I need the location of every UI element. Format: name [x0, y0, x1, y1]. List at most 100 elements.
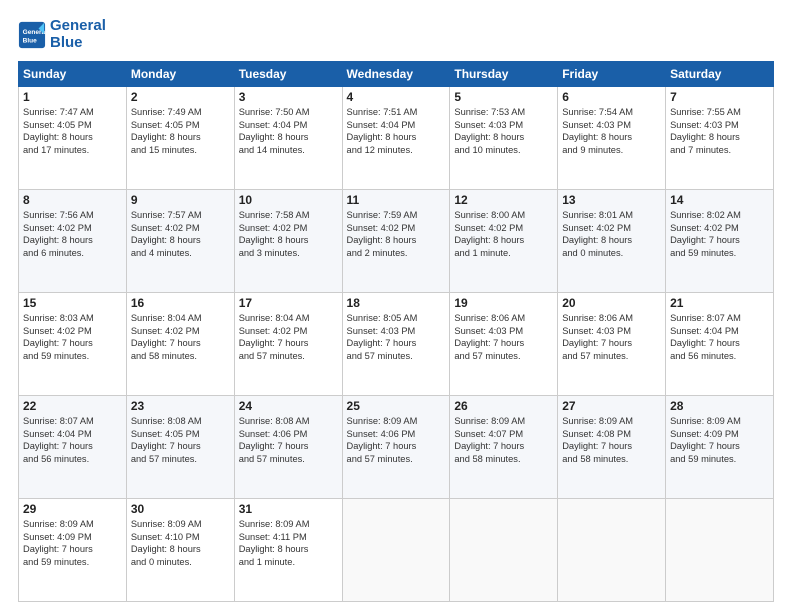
day-info: Sunrise: 8:03 AM Sunset: 4:02 PM Dayligh… [23, 312, 122, 362]
day-cell: 9 Sunrise: 7:57 AM Sunset: 4:02 PM Daylig… [126, 190, 234, 293]
day-number: 13 [562, 193, 661, 207]
day-number: 27 [562, 399, 661, 413]
day-cell: 26 Sunrise: 8:09 AM Sunset: 4:07 PM Dayli… [450, 396, 558, 499]
day-number: 1 [23, 90, 122, 104]
day-number: 20 [562, 296, 661, 310]
day-cell: 5 Sunrise: 7:53 AM Sunset: 4:03 PM Daylig… [450, 87, 558, 190]
day-info: Sunrise: 8:09 AM Sunset: 4:10 PM Dayligh… [131, 518, 230, 568]
col-header-thursday: Thursday [450, 62, 558, 87]
day-cell: 2 Sunrise: 7:49 AM Sunset: 4:05 PM Daylig… [126, 87, 234, 190]
day-cell [342, 499, 450, 602]
day-number: 30 [131, 502, 230, 516]
day-cell: 8 Sunrise: 7:56 AM Sunset: 4:02 PM Daylig… [19, 190, 127, 293]
day-number: 15 [23, 296, 122, 310]
day-info: Sunrise: 8:07 AM Sunset: 4:04 PM Dayligh… [670, 312, 769, 362]
day-cell: 20 Sunrise: 8:06 AM Sunset: 4:03 PM Dayli… [558, 293, 666, 396]
calendar-header-row: SundayMondayTuesdayWednesdayThursdayFrid… [19, 62, 774, 87]
day-number: 31 [239, 502, 338, 516]
day-cell: 10 Sunrise: 7:58 AM Sunset: 4:02 PM Dayli… [234, 190, 342, 293]
day-number: 22 [23, 399, 122, 413]
col-header-monday: Monday [126, 62, 234, 87]
day-cell: 11 Sunrise: 7:59 AM Sunset: 4:02 PM Dayli… [342, 190, 450, 293]
calendar-table: SundayMondayTuesdayWednesdayThursdayFrid… [18, 61, 774, 602]
day-cell: 7 Sunrise: 7:55 AM Sunset: 4:03 PM Daylig… [666, 87, 774, 190]
day-info: Sunrise: 8:06 AM Sunset: 4:03 PM Dayligh… [562, 312, 661, 362]
day-number: 18 [347, 296, 446, 310]
day-cell: 14 Sunrise: 8:02 AM Sunset: 4:02 PM Dayli… [666, 190, 774, 293]
week-row-1: 1Sunrise: 7:47 AM Sunset: 4:05 PM Daylig… [19, 87, 774, 190]
day-number: 25 [347, 399, 446, 413]
week-row-2: 8 Sunrise: 7:56 AM Sunset: 4:02 PM Daylig… [19, 190, 774, 293]
col-header-sunday: Sunday [19, 62, 127, 87]
day-number: 4 [347, 90, 446, 104]
day-info: Sunrise: 8:04 AM Sunset: 4:02 PM Dayligh… [239, 312, 338, 362]
logo-text: General [50, 18, 106, 35]
day-info: Sunrise: 7:59 AM Sunset: 4:02 PM Dayligh… [347, 209, 446, 259]
day-cell: 27 Sunrise: 8:09 AM Sunset: 4:08 PM Dayli… [558, 396, 666, 499]
day-cell: 23Sunrise: 8:08 AM Sunset: 4:05 PM Dayli… [126, 396, 234, 499]
day-cell: 19 Sunrise: 8:06 AM Sunset: 4:03 PM Dayli… [450, 293, 558, 396]
calendar-page: General Blue General Blue SundayMondayTu… [0, 0, 792, 612]
week-row-3: 15 Sunrise: 8:03 AM Sunset: 4:02 PM Dayli… [19, 293, 774, 396]
logo-icon: General Blue [18, 21, 46, 49]
day-cell: 1Sunrise: 7:47 AM Sunset: 4:05 PM Daylig… [19, 87, 127, 190]
day-cell: 25 Sunrise: 8:09 AM Sunset: 4:06 PM Dayli… [342, 396, 450, 499]
day-number: 8 [23, 193, 122, 207]
col-header-saturday: Saturday [666, 62, 774, 87]
day-info: Sunrise: 8:08 AM Sunset: 4:06 PM Dayligh… [239, 415, 338, 465]
day-info: Sunrise: 7:53 AM Sunset: 4:03 PM Dayligh… [454, 106, 553, 156]
day-info: Sunrise: 8:09 AM Sunset: 4:09 PM Dayligh… [23, 518, 122, 568]
day-info: Sunrise: 8:06 AM Sunset: 4:03 PM Dayligh… [454, 312, 553, 362]
day-cell: 6 Sunrise: 7:54 AM Sunset: 4:03 PM Daylig… [558, 87, 666, 190]
day-info: Sunrise: 7:57 AM Sunset: 4:02 PM Dayligh… [131, 209, 230, 259]
day-number: 26 [454, 399, 553, 413]
day-info: Sunrise: 8:09 AM Sunset: 4:09 PM Dayligh… [670, 415, 769, 465]
day-number: 19 [454, 296, 553, 310]
col-header-wednesday: Wednesday [342, 62, 450, 87]
logo-text2: Blue [50, 35, 106, 52]
day-number: 7 [670, 90, 769, 104]
day-info: Sunrise: 8:09 AM Sunset: 4:08 PM Dayligh… [562, 415, 661, 465]
day-number: 11 [347, 193, 446, 207]
day-number: 3 [239, 90, 338, 104]
day-info: Sunrise: 7:51 AM Sunset: 4:04 PM Dayligh… [347, 106, 446, 156]
day-number: 5 [454, 90, 553, 104]
day-cell: 13 Sunrise: 8:01 AM Sunset: 4:02 PM Dayli… [558, 190, 666, 293]
logo: General Blue General Blue [18, 18, 106, 51]
day-number: 14 [670, 193, 769, 207]
col-header-friday: Friday [558, 62, 666, 87]
day-number: 24 [239, 399, 338, 413]
day-cell: 15 Sunrise: 8:03 AM Sunset: 4:02 PM Dayli… [19, 293, 127, 396]
day-number: 9 [131, 193, 230, 207]
day-number: 10 [239, 193, 338, 207]
svg-text:Blue: Blue [23, 37, 37, 44]
day-cell: 4 Sunrise: 7:51 AM Sunset: 4:04 PM Daylig… [342, 87, 450, 190]
day-info: Sunrise: 7:54 AM Sunset: 4:03 PM Dayligh… [562, 106, 661, 156]
day-info: Sunrise: 7:56 AM Sunset: 4:02 PM Dayligh… [23, 209, 122, 259]
day-cell: 17Sunrise: 8:04 AM Sunset: 4:02 PM Dayli… [234, 293, 342, 396]
day-number: 6 [562, 90, 661, 104]
day-info: Sunrise: 8:07 AM Sunset: 4:04 PM Dayligh… [23, 415, 122, 465]
day-cell [558, 499, 666, 602]
day-number: 2 [131, 90, 230, 104]
day-info: Sunrise: 8:01 AM Sunset: 4:02 PM Dayligh… [562, 209, 661, 259]
day-cell: 30 Sunrise: 8:09 AM Sunset: 4:10 PM Dayli… [126, 499, 234, 602]
day-info: Sunrise: 8:09 AM Sunset: 4:07 PM Dayligh… [454, 415, 553, 465]
day-cell [450, 499, 558, 602]
day-info: Sunrise: 7:58 AM Sunset: 4:02 PM Dayligh… [239, 209, 338, 259]
day-info: Sunrise: 8:00 AM Sunset: 4:02 PM Dayligh… [454, 209, 553, 259]
day-cell: 12 Sunrise: 8:00 AM Sunset: 4:02 PM Dayli… [450, 190, 558, 293]
day-cell: 31Sunrise: 8:09 AM Sunset: 4:11 PM Dayli… [234, 499, 342, 602]
day-info: Sunrise: 7:55 AM Sunset: 4:03 PM Dayligh… [670, 106, 769, 156]
day-info: Sunrise: 8:02 AM Sunset: 4:02 PM Dayligh… [670, 209, 769, 259]
day-cell: 18Sunrise: 8:05 AM Sunset: 4:03 PM Dayli… [342, 293, 450, 396]
day-info: Sunrise: 8:08 AM Sunset: 4:05 PM Dayligh… [131, 415, 230, 465]
week-row-5: 29Sunrise: 8:09 AM Sunset: 4:09 PM Dayli… [19, 499, 774, 602]
day-info: Sunrise: 8:09 AM Sunset: 4:06 PM Dayligh… [347, 415, 446, 465]
week-row-4: 22 Sunrise: 8:07 AM Sunset: 4:04 PM Dayli… [19, 396, 774, 499]
day-cell: 16Sunrise: 8:04 AM Sunset: 4:02 PM Dayli… [126, 293, 234, 396]
day-number: 12 [454, 193, 553, 207]
day-info: Sunrise: 7:49 AM Sunset: 4:05 PM Dayligh… [131, 106, 230, 156]
day-number: 21 [670, 296, 769, 310]
day-cell: 22 Sunrise: 8:07 AM Sunset: 4:04 PM Dayli… [19, 396, 127, 499]
